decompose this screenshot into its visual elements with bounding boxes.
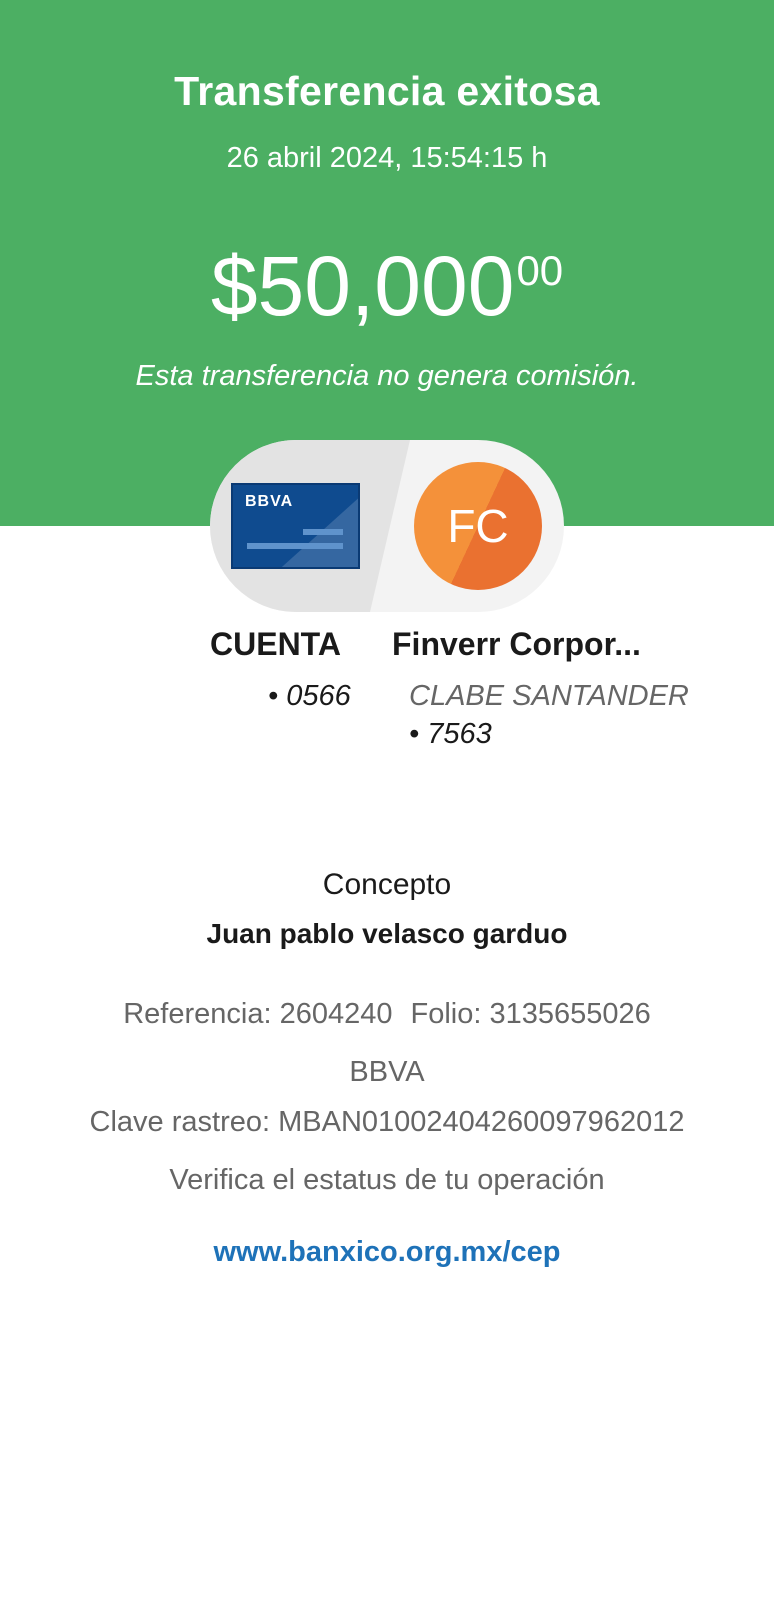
- banxico-cep-link[interactable]: www.banxico.org.mx/cep: [0, 1236, 774, 1269]
- recipient-bank: CLABE SANTANDER: [409, 680, 689, 712]
- reference-number: Referencia: 2604240: [123, 998, 393, 1030]
- recipient-avatar: FC: [414, 462, 542, 590]
- bank-name: BBVA: [349, 1056, 425, 1088]
- recipient-name: Finverr Corpor...: [392, 626, 641, 662]
- fee-note: Esta transferencia no genera comisión.: [135, 360, 639, 392]
- verify-status-text: Verifica el estatus de tu operación: [169, 1164, 605, 1196]
- card-stripe: [247, 543, 343, 549]
- transfer-amount: $50,00000: [0, 244, 774, 328]
- concept-value: Juan pablo velasco garduo: [206, 918, 568, 949]
- card-stripe: [303, 529, 343, 535]
- amount-cents: 00: [516, 247, 564, 294]
- page-title: Transferencia exitosa: [174, 68, 600, 114]
- transfer-datetime: 26 abril 2024, 15:54:15 h: [226, 142, 548, 174]
- amount-main: $50,000: [210, 239, 515, 333]
- bank-card-icon: BBVA: [231, 483, 360, 569]
- card-brand: BBVA: [245, 493, 294, 510]
- folio-number: Folio: 3135655026: [410, 998, 651, 1030]
- origin-account-number: • 0566: [268, 680, 351, 712]
- concept-label: Concepto: [322, 868, 452, 901]
- recipient-account-number: • 7563: [409, 718, 492, 750]
- transfer-parties-pill: BBVA FC: [210, 440, 564, 612]
- origin-account-title: CUENTA: [210, 626, 341, 662]
- trace-key: Clave rastreo: MBAN01002404260097962012: [89, 1106, 685, 1138]
- reference-folio-line: Referencia: 2604240 Folio: 3135655026: [0, 998, 774, 1031]
